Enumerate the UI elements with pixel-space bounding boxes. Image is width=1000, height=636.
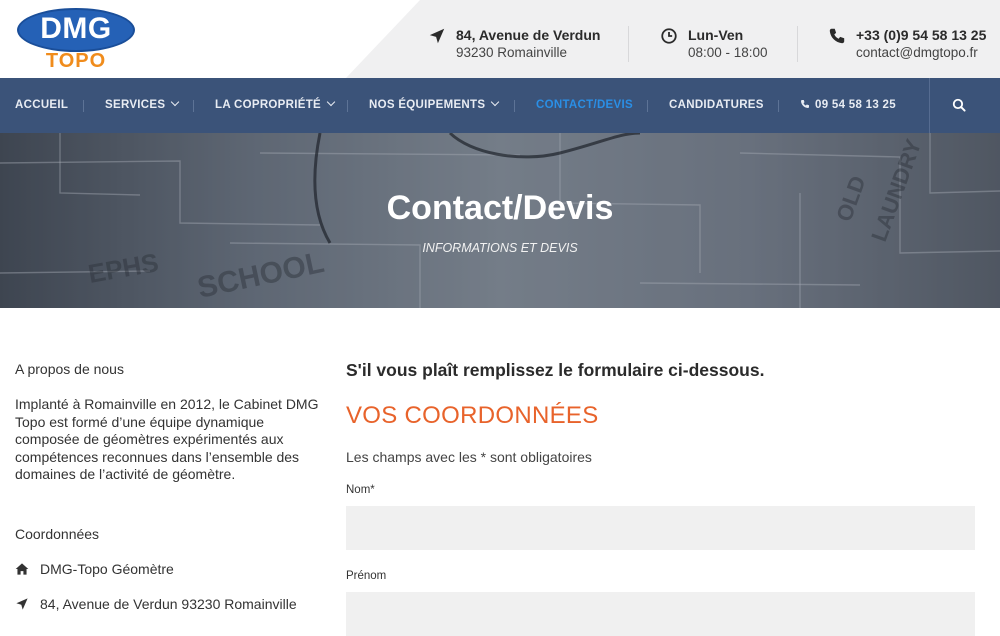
about-text: Implanté à Romainville en 2012, le Cabin… [15, 396, 319, 482]
nav-divider [83, 100, 84, 112]
nav-item-label: NOS ÉQUIPEMENTS [369, 99, 486, 111]
top-header: DMG TOPO 84, Avenue de Verdun 93230 Roma… [0, 0, 1000, 78]
header-address-sub: 93230 Romainville [456, 45, 568, 60]
header-phone[interactable]: +33 (0)9 54 58 13 25 [856, 27, 986, 43]
chevron-down-icon [171, 97, 180, 107]
logo-sub-text: TOPO [45, 50, 107, 72]
nav-item-contact-devis[interactable]: CONTACT/DEVIS [536, 78, 633, 133]
nav-item-label: LA COPROPRIÉTÉ [215, 99, 322, 111]
nav-item-phone[interactable]: 09 54 58 13 25 [800, 78, 896, 133]
home-icon [15, 563, 29, 575]
form-required-note: Les champs avec les * sont obligatoires [346, 449, 592, 465]
main-nav: ACCUEIL SERVICES LA COPROPRIÉTÉ NOS ÉQUI… [0, 78, 1000, 133]
header-address-title: 84, Avenue de Verdun [456, 27, 601, 43]
location-arrow-icon [429, 28, 445, 44]
chevron-down-icon [491, 97, 500, 107]
nav-divider [514, 100, 515, 112]
nav-item-label: ACCUEIL [15, 99, 69, 111]
logo-main-text: DMG [40, 12, 112, 45]
contact-title: Coordonnées [15, 526, 100, 542]
nav-divider [647, 100, 648, 112]
page-subtitle: INFORMATIONS ET DEVIS [422, 241, 578, 255]
prenom-input[interactable] [346, 592, 975, 636]
contact-address-text: 84, Avenue de Verdun 93230 Romainville [40, 596, 297, 612]
header-hours-sub: 08:00 - 18:00 [688, 45, 768, 60]
chevron-down-icon [326, 97, 336, 107]
nav-divider [778, 100, 779, 112]
search-icon [952, 98, 966, 112]
header-hours-title: Lun-Ven [688, 27, 744, 43]
nav-item-equipements[interactable]: NOS ÉQUIPEMENTS [369, 78, 500, 133]
nav-item-label: CANDIDATURES [669, 99, 764, 111]
nav-item-accueil[interactable]: ACCUEIL [15, 78, 68, 133]
nav-item-services[interactable]: SERVICES [105, 78, 180, 133]
header-email[interactable]: contact@dmgtopo.fr [856, 45, 978, 60]
nav-phone-label: 09 54 58 13 25 [815, 99, 896, 111]
form-heading: VOS COORDONNÉES [346, 402, 599, 429]
nom-input[interactable] [346, 506, 975, 550]
page-title: Contact/Devis [386, 189, 614, 227]
header-divider [628, 26, 629, 62]
prenom-label: Prénom [346, 570, 387, 582]
hero-banner: SCHOOL EPHS OLD LAUNDRY Contact/Devis IN… [0, 133, 1000, 308]
nav-item-label: SERVICES [105, 99, 166, 111]
phone-icon [829, 28, 845, 44]
search-button[interactable] [929, 78, 1000, 133]
site-logo[interactable]: DMG TOPO [17, 8, 137, 72]
nav-item-candidatures[interactable]: CANDIDATURES [669, 78, 764, 133]
header-divider [797, 26, 798, 62]
nav-item-copropriete[interactable]: LA COPROPRIÉTÉ [215, 78, 336, 133]
phone-icon [801, 100, 809, 108]
nav-item-label: CONTACT/DEVIS [536, 99, 633, 111]
about-title: A propos de nous [15, 361, 124, 377]
contact-company-text: DMG-Topo Géomètre [40, 561, 174, 577]
clock-icon [661, 28, 677, 44]
nav-divider [347, 100, 348, 112]
location-arrow-icon [16, 598, 28, 610]
form-intro: S'il vous plaît remplissez le formulaire… [346, 360, 765, 380]
nom-label: Nom* [346, 484, 375, 496]
nav-divider [193, 100, 194, 112]
